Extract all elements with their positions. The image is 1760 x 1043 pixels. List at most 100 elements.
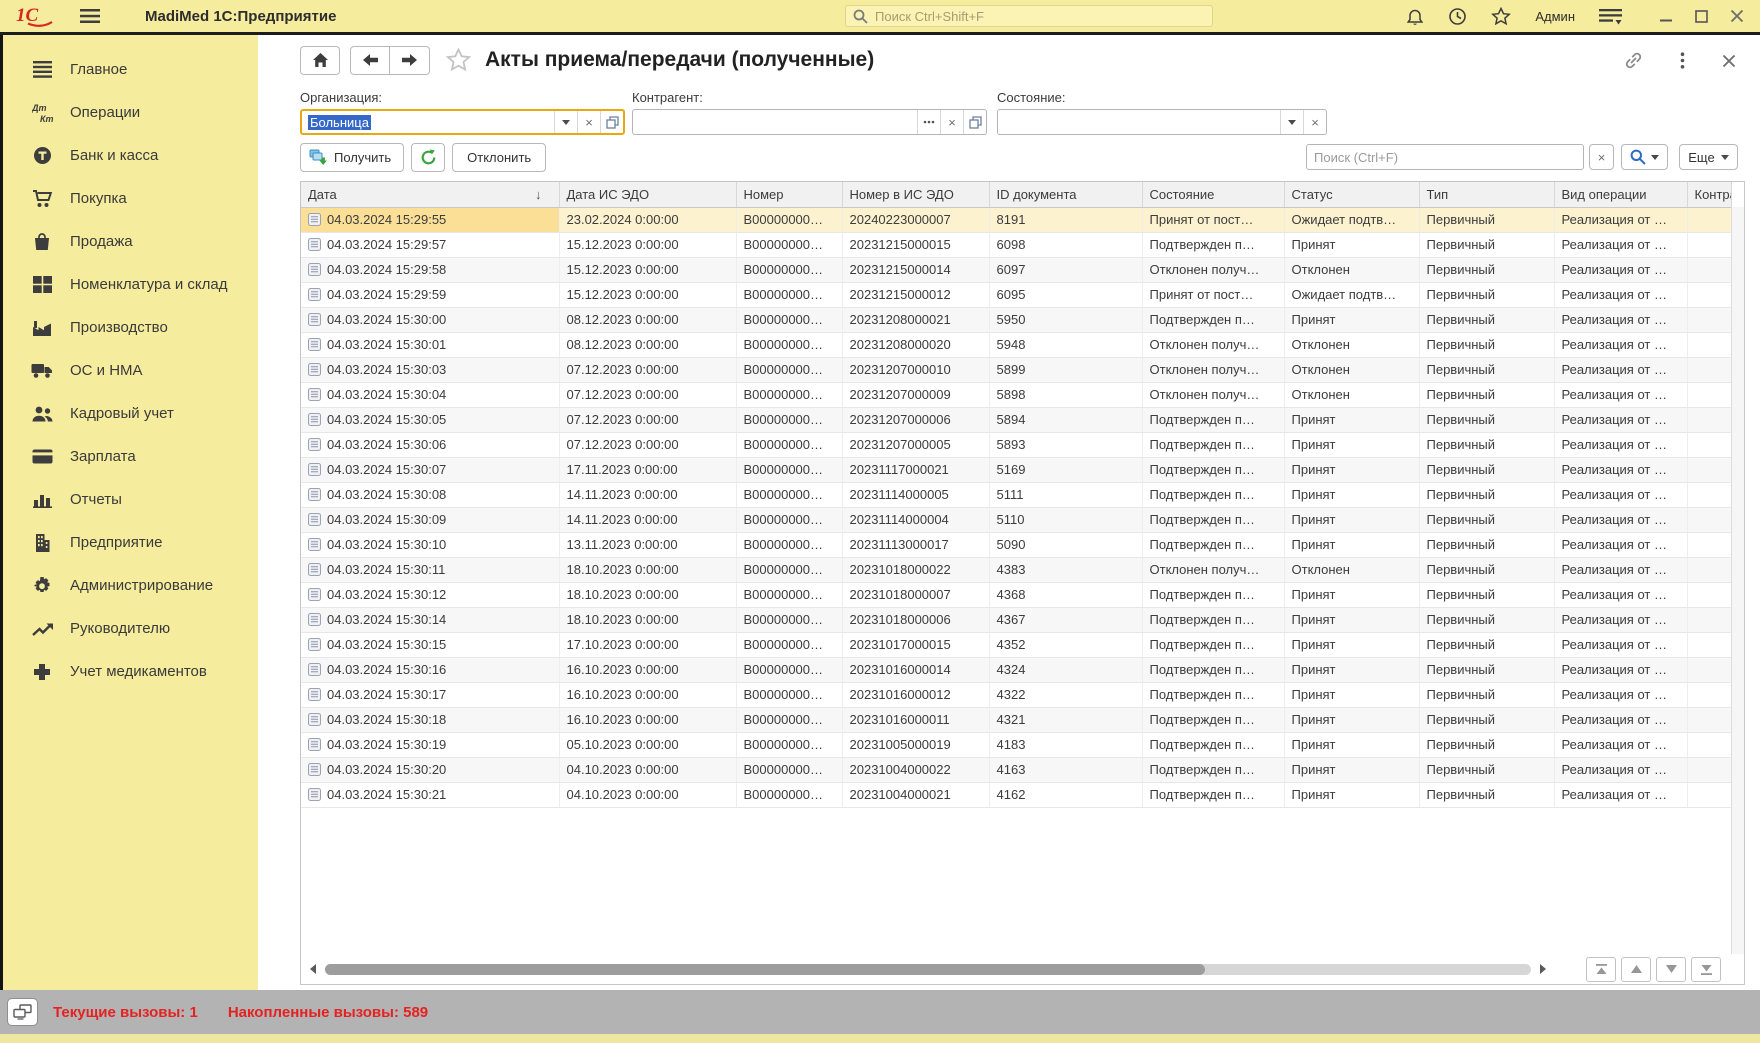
column-header-5[interactable]: ID документа: [989, 182, 1142, 207]
sidebar-item-production[interactable]: Производство: [0, 306, 258, 349]
scroll-left-button[interactable]: [310, 964, 316, 974]
table-row[interactable]: 04.03.2024 15:30:0814.11.2023 0:00:00B00…: [301, 482, 1731, 507]
table-row[interactable]: 04.03.2024 15:29:5815.12.2023 0:00:00B00…: [301, 257, 1731, 282]
history-icon[interactable]: [1448, 7, 1467, 26]
table-row[interactable]: 04.03.2024 15:30:1418.10.2023 0:00:00B00…: [301, 607, 1731, 632]
global-search[interactable]: [845, 5, 1213, 27]
table-row[interactable]: 04.03.2024 15:30:1118.10.2023 0:00:00B00…: [301, 557, 1731, 582]
sidebar-item-manager[interactable]: Руководителю: [0, 607, 258, 650]
go-next-row-button[interactable]: [1656, 957, 1686, 982]
table-search-field[interactable]: [1306, 144, 1584, 170]
table-row[interactable]: 04.03.2024 15:30:1013.11.2023 0:00:00B00…: [301, 532, 1731, 557]
back-button[interactable]: [350, 46, 390, 75]
user-label[interactable]: Админ: [1535, 9, 1575, 24]
column-header-2[interactable]: Дата ИС ЭДО: [559, 182, 736, 207]
sidebar-item-os-nma[interactable]: ОС и НМА: [0, 349, 258, 392]
organization-open-button[interactable]: [600, 111, 623, 133]
table-row[interactable]: 04.03.2024 15:30:0307.12.2023 0:00:00B00…: [301, 357, 1731, 382]
app-title: MadiMed 1С:Предприятие: [145, 8, 336, 25]
column-header-9[interactable]: Вид операции: [1554, 182, 1687, 207]
sidebar-item-bank-cash[interactable]: Банк и касса: [0, 134, 258, 177]
contragent-open-button[interactable]: [963, 110, 986, 134]
go-last-row-button[interactable]: [1691, 957, 1721, 982]
notifications-bell-icon[interactable]: [1406, 7, 1424, 26]
maximize-button[interactable]: [1695, 10, 1708, 23]
receive-button[interactable]: Получить: [300, 143, 404, 172]
sidebar-item-operations[interactable]: ДтКт Операции: [0, 91, 258, 134]
table-row[interactable]: 04.03.2024 15:30:1716.10.2023 0:00:00B00…: [301, 682, 1731, 707]
state-clear-button[interactable]: ×: [1303, 110, 1326, 134]
horizontal-scrollbar-thumb[interactable]: [325, 964, 1205, 975]
table-row[interactable]: 04.03.2024 15:30:2004.10.2023 0:00:00B00…: [301, 757, 1731, 782]
table-row[interactable]: 04.03.2024 15:29:5915.12.2023 0:00:00B00…: [301, 282, 1731, 307]
scroll-right-button[interactable]: [1540, 964, 1546, 974]
table-row[interactable]: 04.03.2024 15:30:1816.10.2023 0:00:00B00…: [301, 707, 1731, 732]
sidebar-item-main[interactable]: Главное: [0, 48, 258, 91]
window-close-button[interactable]: [1730, 9, 1744, 23]
column-header-6[interactable]: Состояние: [1142, 182, 1284, 207]
table-row[interactable]: 04.03.2024 15:30:1218.10.2023 0:00:00B00…: [301, 582, 1731, 607]
kebab-menu-icon[interactable]: [1680, 52, 1685, 69]
link-icon[interactable]: [1624, 51, 1643, 70]
service-menu-icon[interactable]: [1599, 8, 1622, 25]
state-field[interactable]: ×: [997, 109, 1327, 135]
close-form-icon[interactable]: [1722, 54, 1736, 68]
document-icon: [308, 363, 321, 376]
table-row[interactable]: 04.03.2024 15:30:1517.10.2023 0:00:00B00…: [301, 632, 1731, 657]
contragent-select-button[interactable]: [917, 110, 940, 134]
sidebar-item-administration[interactable]: Администрирование: [0, 564, 258, 607]
document-icon: [308, 638, 321, 651]
table-row[interactable]: 04.03.2024 15:30:0717.11.2023 0:00:00B00…: [301, 457, 1731, 482]
table-search-input[interactable]: [1314, 150, 1576, 165]
sidebar-item-enterprise[interactable]: Предприятие: [0, 521, 258, 564]
sidebar-item-salary[interactable]: Зарплата: [0, 435, 258, 478]
vertical-scrollbar[interactable]: [1731, 207, 1744, 954]
sidebar-item-reports[interactable]: Отчеты: [0, 478, 258, 521]
table-row[interactable]: 04.03.2024 15:30:0507.12.2023 0:00:00B00…: [301, 407, 1731, 432]
table-search-button[interactable]: [1621, 144, 1668, 170]
global-search-input[interactable]: [875, 9, 1205, 24]
sidebar-item-medications[interactable]: Учет медикаментов: [0, 650, 258, 693]
forward-button[interactable]: [390, 46, 430, 75]
sidebar-item-sales[interactable]: Продажа: [0, 220, 258, 263]
table-row[interactable]: 04.03.2024 15:30:0914.11.2023 0:00:00B00…: [301, 507, 1731, 532]
table-row[interactable]: 04.03.2024 15:30:1616.10.2023 0:00:00B00…: [301, 657, 1731, 682]
column-header-1[interactable]: Дата↓: [301, 182, 559, 207]
contragent-field[interactable]: ×: [632, 109, 987, 135]
column-header-8[interactable]: Тип: [1419, 182, 1554, 207]
more-button[interactable]: Еще: [1679, 144, 1738, 170]
table-row[interactable]: 04.03.2024 15:30:1905.10.2023 0:00:00B00…: [301, 732, 1731, 757]
sidebar-item-nomenclature[interactable]: Номенклатура и склад: [0, 263, 258, 306]
column-header-4[interactable]: Номер в ИС ЭДО: [842, 182, 989, 207]
favorite-star-icon[interactable]: [445, 47, 472, 73]
performance-indicator-button[interactable]: [7, 998, 38, 1026]
table-search-clear-button[interactable]: ×: [1589, 144, 1614, 170]
column-header-3[interactable]: Номер: [736, 182, 842, 207]
organization-field[interactable]: Больница ×: [300, 109, 625, 135]
organization-dropdown-button[interactable]: [554, 111, 577, 133]
sidebar-item-hr[interactable]: Кадровый учет: [0, 392, 258, 435]
state-dropdown-button[interactable]: [1280, 110, 1303, 134]
table-row[interactable]: 04.03.2024 15:30:0008.12.2023 0:00:00B00…: [301, 307, 1731, 332]
table-row[interactable]: 04.03.2024 15:29:5523.02.2024 0:00:00B00…: [301, 207, 1731, 232]
go-first-row-button[interactable]: [1586, 957, 1616, 982]
home-button[interactable]: [300, 46, 340, 75]
sidebar-item-purchase[interactable]: Покупка: [0, 177, 258, 220]
column-header-7[interactable]: Статус: [1284, 182, 1419, 207]
favorites-star-icon[interactable]: [1491, 7, 1511, 26]
current-calls-text: Текущие вызовы: 1: [53, 1004, 198, 1021]
table-row[interactable]: 04.03.2024 15:30:2104.10.2023 0:00:00B00…: [301, 782, 1731, 807]
go-previous-row-button[interactable]: [1621, 957, 1651, 982]
main-menu-button[interactable]: [80, 8, 100, 24]
minimize-button[interactable]: [1660, 10, 1673, 23]
decline-button[interactable]: Отклонить: [452, 143, 546, 172]
table-row[interactable]: 04.03.2024 15:30:0108.12.2023 0:00:00B00…: [301, 332, 1731, 357]
column-header-10[interactable]: Контрагент: [1687, 182, 1731, 207]
table-row[interactable]: 04.03.2024 15:30:0607.12.2023 0:00:00B00…: [301, 432, 1731, 457]
horizontal-scrollbar[interactable]: [325, 964, 1531, 975]
table-row[interactable]: 04.03.2024 15:29:5715.12.2023 0:00:00B00…: [301, 232, 1731, 257]
organization-clear-button[interactable]: ×: [577, 111, 600, 133]
contragent-clear-button[interactable]: ×: [940, 110, 963, 134]
table-row[interactable]: 04.03.2024 15:30:0407.12.2023 0:00:00B00…: [301, 382, 1731, 407]
refresh-button[interactable]: [411, 143, 445, 172]
